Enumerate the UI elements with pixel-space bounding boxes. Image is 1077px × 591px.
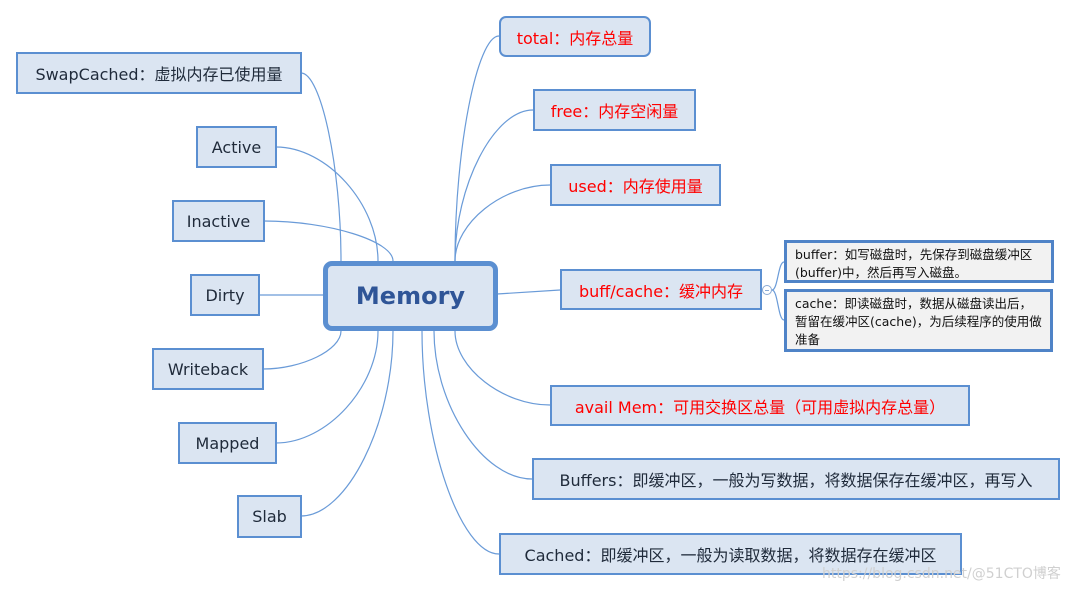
node-avail-mem[interactable]: avail Mem：可用交换区总量（可用虚拟内存总量）: [550, 385, 970, 426]
note-buffer[interactable]: buffer：如写磁盘时，先保存到磁盘缓冲区(buffer)中，然后再写入磁盘。: [784, 240, 1054, 283]
node-swapcached[interactable]: SwapCached：虚拟内存已使用量: [16, 52, 302, 94]
node-buffers[interactable]: Buffers：即缓冲区，一般为写数据，将数据保存在缓冲区，再写入: [532, 458, 1060, 500]
node-buff-cache[interactable]: buff/cache：缓冲内存: [560, 269, 762, 310]
node-used[interactable]: used：内存使用量: [550, 164, 721, 206]
node-total[interactable]: total：内存总量: [499, 16, 651, 57]
link-cached: [421, 330, 500, 555]
link-avail-mem: [454, 330, 551, 406]
link-mapped: [275, 330, 379, 444]
link-active: [275, 146, 379, 262]
node-dirty[interactable]: Dirty: [190, 274, 260, 316]
note-cache[interactable]: cache：即读磁盘时，数据从磁盘读出后，暂留在缓冲区(cache)，为后续程序…: [784, 289, 1053, 352]
link-writeback: [262, 330, 342, 370]
link-inactive: [263, 220, 394, 262]
node-active[interactable]: Active: [196, 126, 277, 168]
collapse-toggle-icon[interactable]: [762, 285, 772, 295]
link-buff-cache: [496, 289, 561, 295]
link-free: [454, 109, 534, 262]
link-total: [454, 35, 500, 262]
node-writeback[interactable]: Writeback: [152, 348, 264, 390]
link-buffers: [433, 330, 533, 480]
link-slab: [300, 330, 394, 517]
central-node-memory[interactable]: Memory: [323, 261, 498, 331]
watermark: https://blog.csdn.net/@51CTO博客: [822, 566, 1061, 582]
node-mapped[interactable]: Mapped: [178, 422, 277, 464]
link-buffer-note: [771, 261, 785, 291]
link-swapcached: [300, 72, 342, 262]
node-inactive[interactable]: Inactive: [172, 200, 265, 242]
node-slab[interactable]: Slab: [237, 495, 302, 538]
link-used: [454, 184, 551, 262]
node-free[interactable]: free：内存空闲量: [533, 89, 696, 131]
link-cache-note: [771, 289, 785, 321]
